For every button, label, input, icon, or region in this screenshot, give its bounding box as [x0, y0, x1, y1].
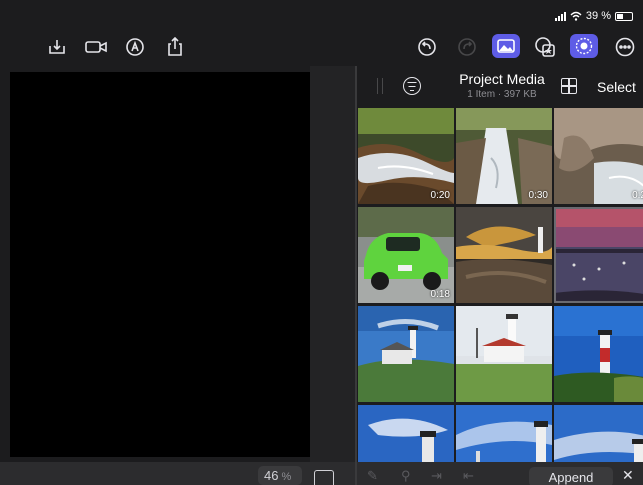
harbor-dusk-image [554, 207, 643, 303]
pin-icon: ⚲ [401, 468, 411, 483]
duration-label: 0:30 [528, 190, 548, 201]
pencil-icon: ✎ [367, 468, 378, 483]
zoom-control[interactable]: 46% [258, 466, 302, 485]
media-thumbnail[interactable] [554, 306, 643, 402]
wifi-icon [570, 11, 582, 21]
append-button[interactable]: Append [529, 467, 613, 485]
photos-icon[interactable] [492, 34, 520, 58]
media-thumbnail[interactable] [456, 207, 552, 303]
duration-label: 0:18 [430, 289, 450, 300]
media-thumbnail[interactable] [554, 207, 643, 303]
filter-icon[interactable] [403, 77, 421, 95]
viewer-controls: 46% [0, 462, 356, 485]
status-indicators: 39 % [554, 10, 633, 22]
camera-icon[interactable] [85, 36, 107, 58]
zoom-unit: % [281, 471, 292, 483]
media-thumbnail[interactable] [358, 306, 454, 402]
connect-icon: ⇤ [463, 468, 474, 483]
media-footer: ✎ ⚲ ⇥ ⇤ Append ✕ [357, 462, 643, 485]
import-icon[interactable] [46, 36, 68, 58]
media-header: Project Media 1 Item · 397 KB Select [357, 66, 643, 108]
project-media-panel: Project Media 1 Item · 397 KB Select 0:2… [357, 66, 643, 462]
duration-label: 0:2 [632, 190, 643, 201]
media-thumbnail[interactable] [456, 306, 552, 402]
more-icon[interactable] [614, 36, 636, 58]
media-title: Project Media [459, 71, 545, 87]
stream-image [554, 108, 643, 204]
lighthouse-sky-image [554, 405, 643, 462]
voiceover-icon[interactable] [124, 36, 146, 58]
select-button[interactable]: Select [597, 79, 636, 95]
battery-percent: 39 % [585, 10, 611, 22]
insert-icon: ⇥ [431, 468, 442, 483]
media-thumbnail[interactable]: 0:18 [358, 207, 454, 303]
media-thumbnail[interactable] [554, 405, 643, 462]
zoom-value: 46 [264, 468, 279, 483]
media-thumbnail[interactable]: 0:2 [554, 108, 643, 204]
grid-view-icon[interactable] [561, 78, 577, 94]
drag-handle-icon[interactable] [377, 78, 383, 94]
top-toolbar [0, 28, 643, 66]
undo-icon[interactable] [416, 36, 438, 58]
media-thumbnail[interactable]: 0:30 [456, 108, 552, 204]
lighthouse-cliff-image [358, 306, 454, 402]
redo-icon [456, 36, 478, 58]
red-lighthouse-image [554, 306, 643, 402]
share-icon[interactable] [164, 36, 186, 58]
video-canvas[interactable] [10, 72, 310, 457]
aspect-ratio-icon[interactable] [314, 470, 334, 485]
media-thumbnail[interactable] [358, 405, 454, 462]
favorites-icon[interactable] [534, 36, 556, 58]
inspector-icon[interactable] [570, 34, 598, 58]
signal-icon [554, 11, 566, 21]
status-bar: 39 % [0, 0, 643, 28]
sunset-lighthouse-image [456, 207, 552, 303]
viewer-area [0, 66, 356, 462]
lighthouse-sky-image [358, 405, 454, 462]
viewer-side-strip [310, 66, 356, 462]
close-icon[interactable]: ✕ [622, 467, 634, 484]
media-subtitle: 1 Item · 397 KB [467, 89, 537, 100]
battery-icon [615, 11, 633, 21]
media-thumbnail[interactable] [456, 405, 552, 462]
media-thumbnail[interactable]: 0:20 [358, 108, 454, 204]
white-lighthouse-image [456, 306, 552, 402]
lighthouse-sky-image [456, 405, 552, 462]
duration-label: 0:20 [430, 190, 450, 201]
